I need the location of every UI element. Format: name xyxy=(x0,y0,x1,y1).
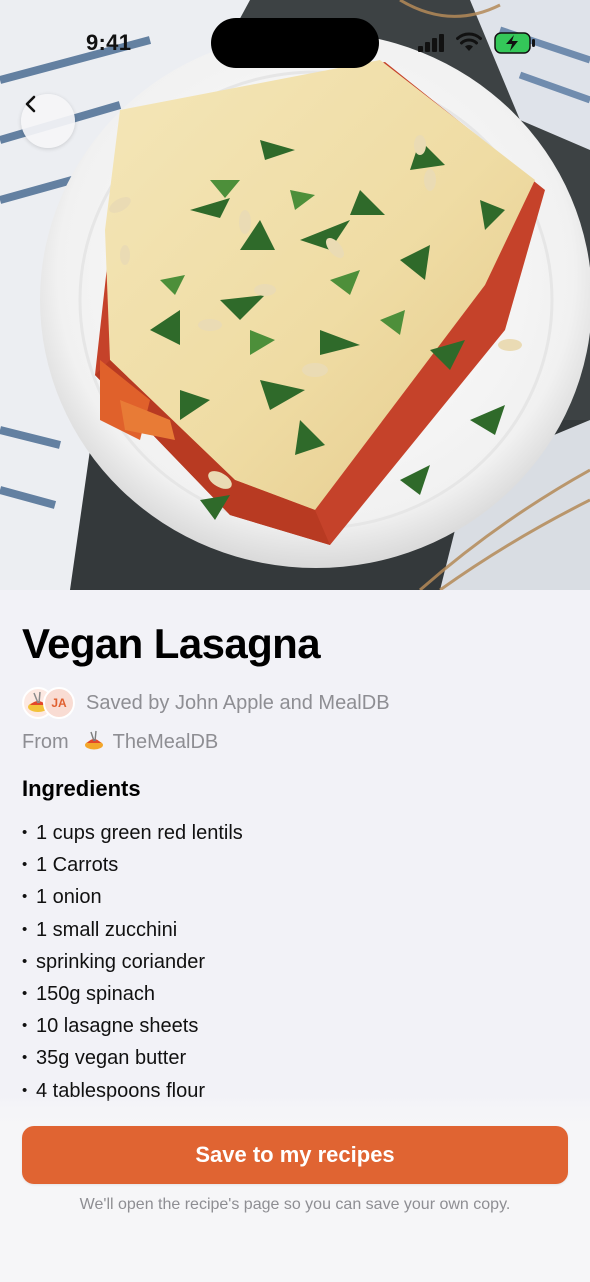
ingredient-item: 10 lasagne sheets xyxy=(22,1011,243,1043)
ingredient-item: 1 Carrots xyxy=(22,850,243,882)
cellular-signal-icon xyxy=(418,34,446,52)
lasagna-photo xyxy=(0,0,590,590)
battery-charging-icon xyxy=(494,32,536,54)
ingredient-item: sprinking coriander xyxy=(22,947,243,979)
ingredients-list: 1 cups green red lentils 1 Carrots 1 oni… xyxy=(22,818,243,1108)
source-row[interactable]: From TheMealDB xyxy=(22,730,218,754)
saved-by-row[interactable]: JA Saved by John Apple and MealDB xyxy=(22,686,568,722)
chevron-left-icon xyxy=(25,95,36,113)
recipe-hero-image: 9:41 xyxy=(0,0,590,590)
ingredient-item: 1 onion xyxy=(22,882,243,914)
bottom-action-area xyxy=(0,1096,590,1282)
ingredient-item: 1 small zucchini xyxy=(22,915,243,947)
source-name: TheMealDB xyxy=(112,731,219,753)
avatar-initials: JA xyxy=(43,687,75,719)
dynamic-island xyxy=(211,18,379,68)
spaghetti-icon xyxy=(84,730,103,750)
ingredients-heading: Ingredients xyxy=(22,776,141,801)
save-to-my-recipes-button[interactable]: Save to my recipes xyxy=(22,1126,568,1184)
status-icons xyxy=(418,30,538,56)
from-label: From xyxy=(22,731,69,753)
ingredient-item: 1 cups green red lentils xyxy=(22,818,243,850)
status-time: 9:41 xyxy=(86,30,132,55)
saved-by-text: Saved by John Apple and MealDB xyxy=(86,692,390,714)
back-button[interactable] xyxy=(21,94,75,148)
ingredient-item: 150g spinach xyxy=(22,979,243,1011)
wifi-icon xyxy=(456,32,482,52)
ingredient-item: 35g vegan butter xyxy=(22,1043,243,1075)
save-hint-text: We'll open the recipe's page so you can … xyxy=(79,1196,511,1213)
recipe-title: Vegan Lasagna xyxy=(22,620,321,667)
